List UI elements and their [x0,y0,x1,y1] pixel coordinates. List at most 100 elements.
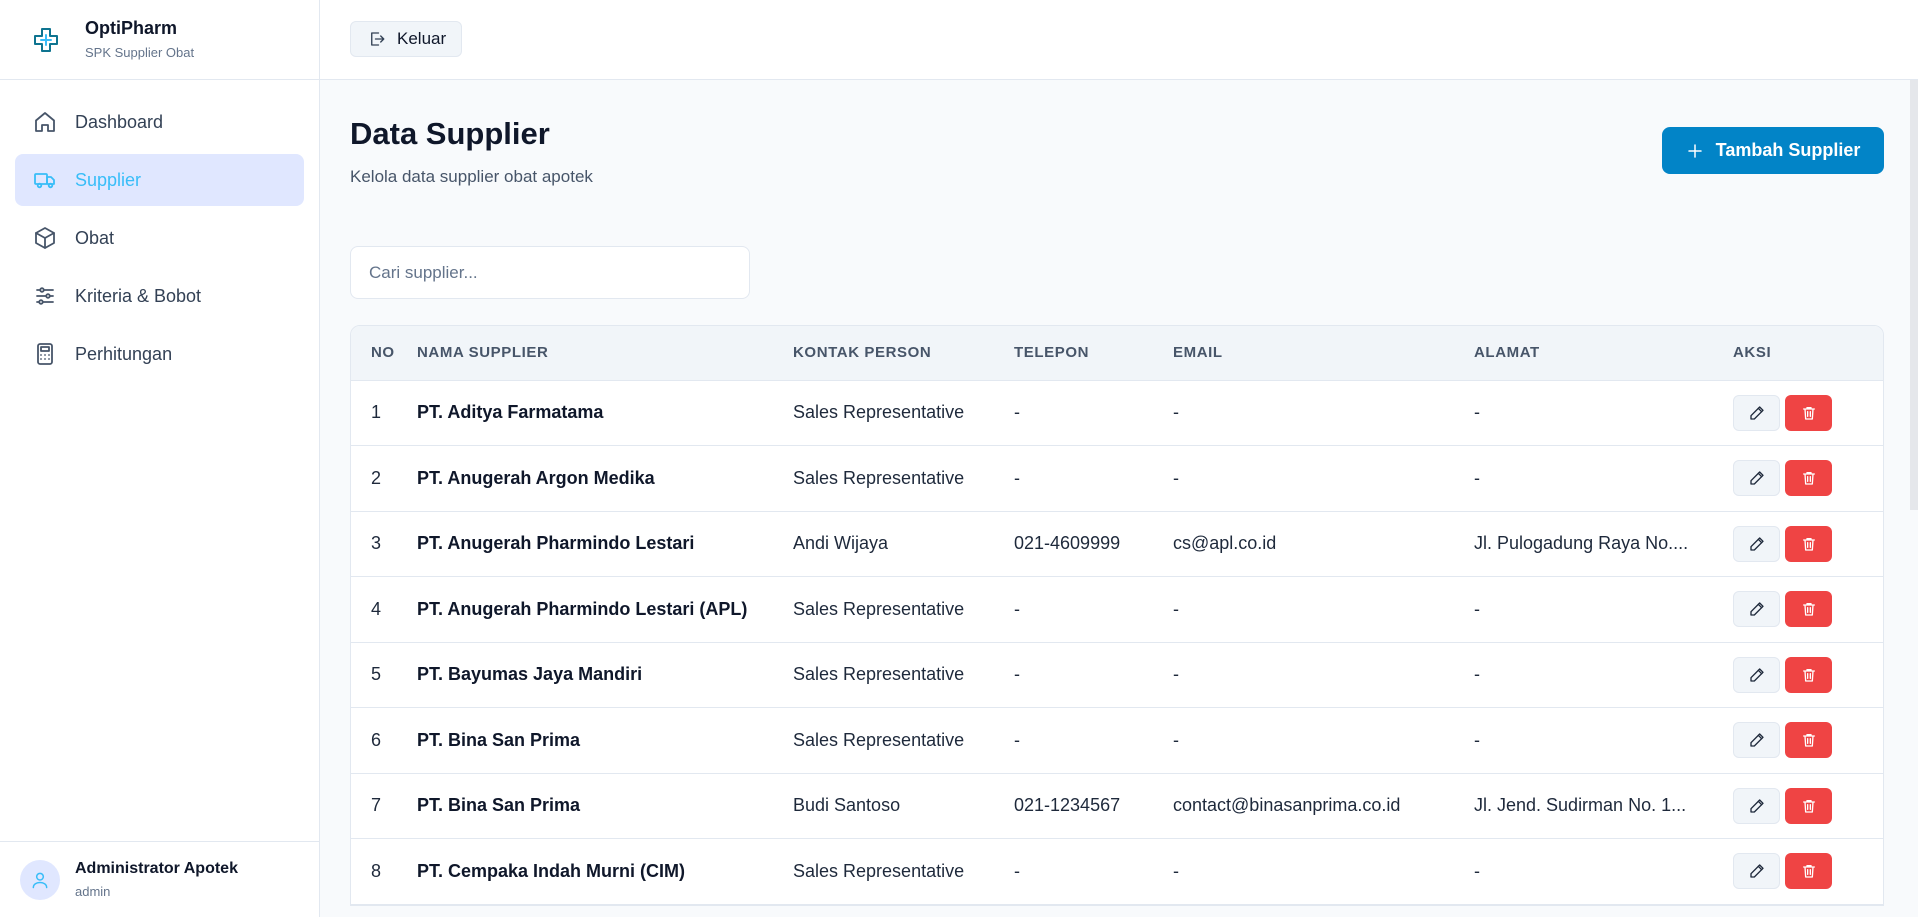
plus-icon [1686,142,1704,160]
cell-address: - [1474,838,1733,905]
cell-contact: Sales Representative [793,380,1014,446]
cell-name: PT. Cempaka Indah Murni (CIM) [417,838,793,905]
pencil-icon [1749,536,1765,552]
edit-button[interactable] [1733,591,1780,628]
cell-address: - [1474,642,1733,708]
delete-button[interactable] [1785,591,1832,628]
cell-email: - [1173,838,1474,905]
user-profile[interactable]: Administrator Apotek admin [0,841,319,917]
edit-button[interactable] [1733,460,1780,497]
page-subtitle: Kelola data supplier obat apotek [350,167,593,186]
cell-actions [1733,707,1883,774]
cell-phone: - [1014,445,1173,512]
delete-button[interactable] [1785,394,1832,431]
brand[interactable]: OptiPharm SPK Supplier Obat [0,0,319,80]
pencil-icon [1749,732,1765,748]
cell-email: - [1173,576,1474,643]
edit-button[interactable] [1733,656,1780,693]
cell-contact: Andi Wijaya [793,511,1014,577]
cell-contact: Sales Representative [793,707,1014,774]
add-supplier-button[interactable]: Tambah Supplier [1662,127,1884,174]
sidebar-item-perhitungan[interactable]: Perhitungan [15,328,304,380]
cell-actions [1733,576,1883,643]
delete-button[interactable] [1785,460,1832,497]
edit-button[interactable] [1733,525,1780,562]
delete-button[interactable] [1785,525,1832,562]
sidebar-item-kriteria[interactable]: Kriteria & Bobot [15,270,304,322]
avatar [20,859,60,900]
cell-actions [1733,445,1883,512]
sidebar-nav: Dashboard Supplier Obat Kriteria & Bobot… [0,80,319,380]
trash-icon [1801,667,1817,683]
add-supplier-label: Tambah Supplier [1715,140,1861,160]
trash-icon [1801,536,1817,552]
col-header-name[interactable]: NAMA SUPPLIER [417,326,793,381]
user-role: admin [75,883,111,899]
trash-icon [1801,798,1817,814]
cell-no: 4 [351,576,417,643]
table-row[interactable]: 6 PT. Bina San Prima Sales Representativ… [351,707,1883,774]
table-row[interactable]: 8 PT. Cempaka Indah Murni (CIM) Sales Re… [351,838,1883,905]
logout-label: Keluar [397,29,447,48]
col-header-address[interactable]: ALAMAT [1474,326,1733,381]
cell-name: PT. Anugerah Argon Medika [417,445,793,512]
table-row[interactable]: 4 PT. Anugerah Pharmindo Lestari (APL) S… [351,576,1883,643]
cell-actions [1733,642,1883,708]
cell-no: 2 [351,445,417,512]
cell-actions [1733,511,1883,577]
sidebar-item-label: Kriteria & Bobot [75,285,202,306]
delete-button[interactable] [1785,656,1832,693]
sidebar: OptiPharm SPK Supplier Obat Dashboard Su… [0,0,320,917]
pencil-icon [1749,798,1765,814]
table-row[interactable]: 7 PT. Bina San Prima Budi Santoso 021-12… [351,773,1883,839]
table-row[interactable]: 1 PT. Aditya Farmatama Sales Representat… [351,380,1883,446]
table-row[interactable]: 5 PT. Bayumas Jaya Mandiri Sales Represe… [351,642,1883,708]
cell-contact: Sales Representative [793,445,1014,512]
search-input[interactable] [350,246,750,299]
edit-button[interactable] [1733,394,1780,431]
pencil-icon [1749,601,1765,617]
cell-email: - [1173,707,1474,774]
col-header-contact[interactable]: KONTAK PERSON [793,326,1014,381]
cell-actions [1733,773,1883,839]
cell-email: - [1173,642,1474,708]
cell-phone: 021-1234567 [1014,773,1173,839]
delete-button[interactable] [1785,722,1832,759]
cell-contact: Budi Santoso [793,773,1014,839]
cell-phone: 021-4609999 [1014,511,1173,577]
page-scrollbar[interactable] [1910,80,1918,510]
user-icon [30,870,50,890]
box-icon [33,226,57,250]
delete-button[interactable] [1785,853,1832,890]
edit-button[interactable] [1733,722,1780,759]
table-row[interactable]: 2 PT. Anugerah Argon Medika Sales Repres… [351,445,1883,512]
cell-actions [1733,838,1883,905]
cell-address: - [1474,707,1733,774]
table-row[interactable]: 3 PT. Anugerah Pharmindo Lestari Andi Wi… [351,511,1883,577]
sidebar-item-dashboard[interactable]: Dashboard [15,96,304,148]
delete-button[interactable] [1785,787,1832,824]
col-header-email[interactable]: EMAIL [1173,326,1474,381]
edit-button[interactable] [1733,853,1780,890]
cell-name: PT. Bina San Prima [417,773,793,839]
cell-name: PT. Anugerah Pharmindo Lestari [417,511,793,577]
cell-contact: Sales Representative [793,838,1014,905]
sidebar-item-supplier[interactable]: Supplier [15,154,304,206]
cell-address: - [1474,445,1733,512]
pencil-icon [1749,863,1765,879]
logout-icon [368,30,386,48]
logout-button[interactable]: Keluar [350,21,463,57]
sidebar-item-obat[interactable]: Obat [15,212,304,264]
cell-address: - [1474,576,1733,643]
cell-email: cs@apl.co.id [1173,511,1474,577]
pencil-icon [1749,405,1765,421]
cell-no: 6 [351,707,417,774]
trash-icon [1801,405,1817,421]
edit-button[interactable] [1733,787,1780,824]
truck-icon [33,168,57,192]
col-header-phone[interactable]: TELEPON [1014,326,1173,381]
col-header-no[interactable]: NO [351,326,417,381]
cell-phone: - [1014,576,1173,643]
brand-text: OptiPharm SPK Supplier Obat [85,17,194,62]
sidebar-item-label: Supplier [75,169,142,190]
